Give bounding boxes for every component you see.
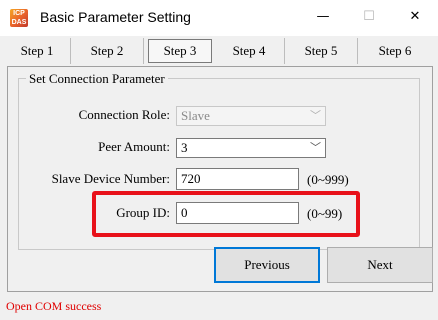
window-title: Basic Parameter Setting xyxy=(40,9,191,25)
connection-role-label: Connection Role: xyxy=(78,107,170,122)
tab-step-2[interactable]: Step 2 xyxy=(71,38,144,64)
tab-step-6[interactable]: Step 6 xyxy=(358,38,432,64)
peer-amount-label: Peer Amount: xyxy=(98,139,170,154)
tab-step-3[interactable]: Step 3 xyxy=(148,39,212,63)
peer-amount-select[interactable]: 3 ﹀ xyxy=(176,138,326,158)
minimize-button[interactable]: — xyxy=(300,0,346,36)
title-bar: ICP DAS Basic Parameter Setting — ☐ ✕ xyxy=(0,0,438,36)
close-button[interactable]: ✕ xyxy=(392,0,438,36)
maximize-icon: ☐ xyxy=(363,9,375,24)
app-icon-text: ICP DAS xyxy=(11,10,27,26)
chevron-down-icon: ﹀ xyxy=(310,141,321,154)
chevron-down-icon: ﹀ xyxy=(310,109,321,122)
step-tabs: Step 1 Step 2 Step 3 Step 4 Step 5 Step … xyxy=(0,36,438,66)
connection-group-title: Set Connection Parameter xyxy=(26,71,168,87)
tab-step-5[interactable]: Step 5 xyxy=(285,38,358,64)
slave-device-number-range: (0~999) xyxy=(307,172,349,187)
slave-device-number-label: Slave Device Number: xyxy=(51,171,170,186)
group-id-highlight-box xyxy=(92,191,360,237)
connection-role-select: Slave ﹀ xyxy=(176,106,326,126)
app-icon: ICP DAS xyxy=(10,9,28,27)
connection-role-value: Slave xyxy=(181,108,210,123)
next-button[interactable]: Next xyxy=(327,247,433,283)
slave-device-number-input[interactable]: 720 xyxy=(176,168,299,190)
previous-button[interactable]: Previous xyxy=(214,247,320,283)
peer-amount-value: 3 xyxy=(181,140,188,155)
minimize-icon: — xyxy=(316,9,330,24)
close-icon: ✕ xyxy=(409,9,421,24)
tab-step-1[interactable]: Step 1 xyxy=(4,38,71,64)
status-text: Open COM success xyxy=(6,299,102,313)
tab-step-4[interactable]: Step 4 xyxy=(214,38,285,64)
maximize-button[interactable]: ☐ xyxy=(346,0,392,36)
